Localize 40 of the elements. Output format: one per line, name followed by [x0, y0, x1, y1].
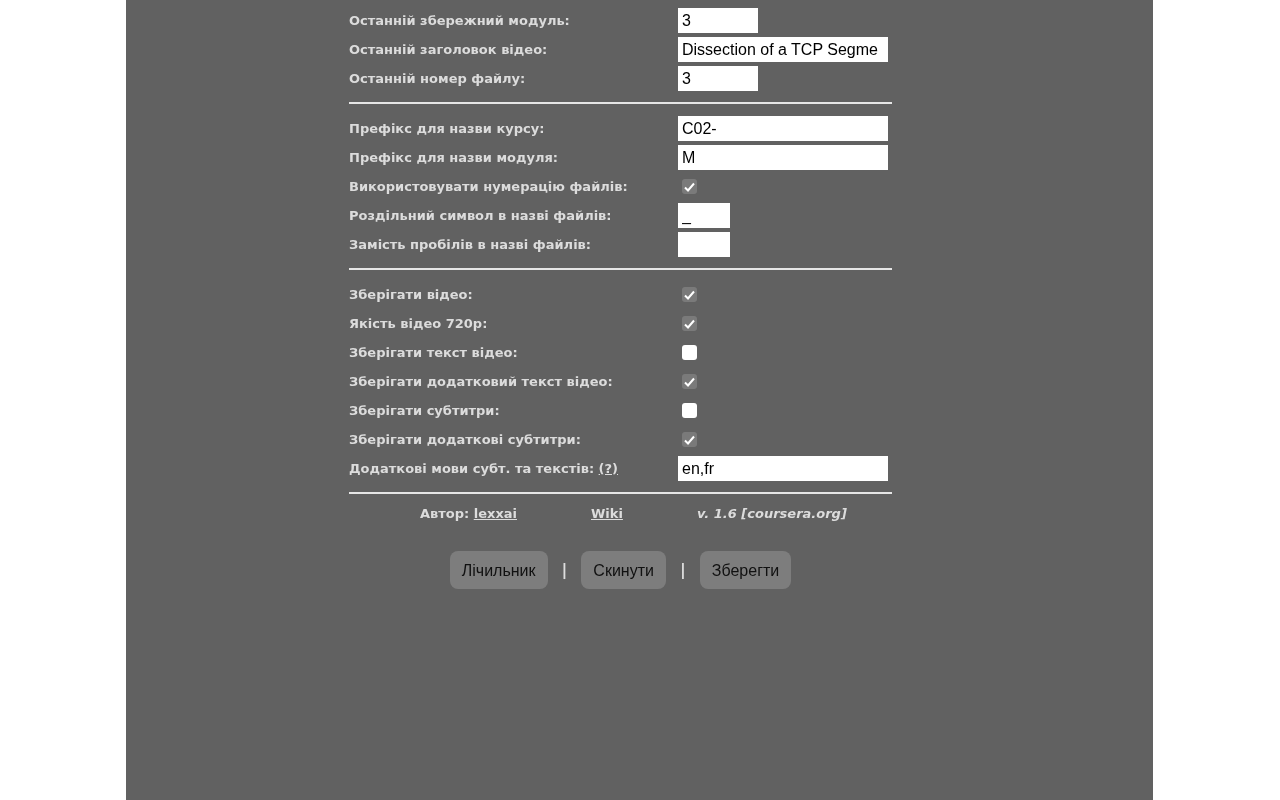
checkbox[interactable] [682, 403, 697, 418]
field-label: Якість відео 720p: [349, 314, 489, 333]
input-field[interactable]: C02- [678, 116, 888, 141]
input-field[interactable] [678, 232, 730, 257]
separator-text: | [561, 558, 568, 581]
field-label: Префікс для назви модуля: [349, 148, 560, 167]
checkbox[interactable] [682, 374, 697, 389]
author-label: Автор: [419, 506, 471, 521]
field-label: Використовувати нумерацію файлів: [349, 177, 629, 196]
checkbox[interactable] [682, 287, 697, 302]
checkbox[interactable] [682, 345, 697, 360]
action-button[interactable]: Зберегти [699, 550, 792, 589]
checkbox[interactable] [682, 316, 697, 331]
field-label: Останній заголовок відео: [349, 40, 549, 59]
field-label: Роздільний символ в назві файлів: [349, 206, 613, 225]
action-button[interactable]: Скинути [581, 550, 666, 589]
input-field[interactable]: 3 [678, 8, 758, 33]
field-label: Замість пробілів в назві файлів: [349, 235, 592, 254]
field-label: Зберігати додаткові субтитри: [349, 430, 582, 449]
checkbox[interactable] [682, 179, 697, 194]
help-link[interactable]: (?) [598, 460, 619, 476]
input-field[interactable]: M [678, 145, 888, 170]
input-field[interactable]: Dissection of a TCP Segme [678, 37, 888, 62]
checkbox[interactable] [682, 432, 697, 447]
author-link[interactable]: lexxai [473, 506, 517, 521]
field-label: Зберігати додатковий текст відео: [349, 372, 614, 391]
field-label: Зберігати текст відео: [349, 343, 519, 362]
field-label: Зберігати субтитри: [349, 401, 501, 420]
field-label: Останній збережний модуль: [349, 11, 571, 30]
input-field[interactable]: _ [678, 203, 730, 228]
input-field[interactable]: en,fr [678, 456, 888, 481]
field-label: Додаткові мови субт. та текстів: [349, 460, 596, 476]
action-button[interactable]: Лічильник [449, 550, 548, 589]
field-label: Останній номер файлу: [349, 69, 527, 88]
separator-text: | [679, 558, 686, 581]
wiki-link[interactable]: Wiki [591, 504, 623, 524]
input-field[interactable]: 3 [678, 66, 758, 91]
field-label: Префікс для назви курсу: [349, 119, 546, 138]
field-label: Зберігати відео: [349, 285, 474, 304]
version-text: v. 1.6 [coursera.org] [696, 505, 847, 523]
